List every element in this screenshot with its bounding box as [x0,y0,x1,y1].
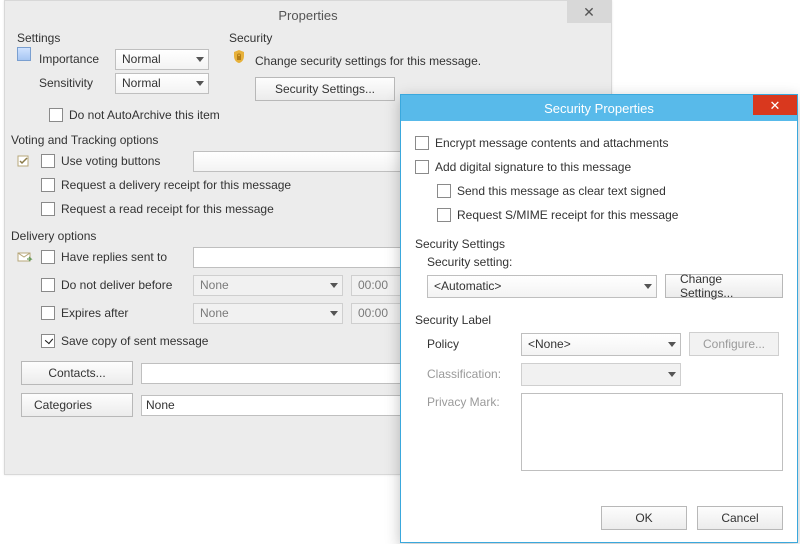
categories-value: None [146,398,175,412]
delivery-receipt-label: Request a delivery receipt for this mess… [61,178,291,192]
chevron-down-icon [668,372,676,377]
policy-value: <None> [528,337,571,351]
no-deliver-label: Do not deliver before [61,278,193,292]
privacy-label: Privacy Mark: [427,393,513,471]
classification-label: Classification: [427,367,513,381]
importance-select[interactable]: Normal [115,49,209,70]
settings-icon [17,47,31,61]
have-replies-label: Have replies sent to [61,250,193,264]
policy-select[interactable]: <None> [521,333,681,356]
cancel-button[interactable]: Cancel [697,506,783,530]
no-deliver-date-select[interactable]: None [193,275,343,296]
classification-select [521,363,681,386]
categories-button-label: Categories [34,398,92,412]
no-deliver-checkbox[interactable] [41,278,55,292]
read-receipt-checkbox[interactable] [41,202,55,216]
chevron-down-icon [330,311,338,316]
chevron-down-icon [668,342,676,347]
sensitivity-label: Sensitivity [39,76,109,90]
delivery-icon [17,249,33,265]
ok-button[interactable]: OK [601,506,687,530]
contacts-button[interactable]: Contacts... [21,361,133,385]
settings-head: Settings [11,29,221,45]
read-receipt-label: Request a read receipt for this message [61,202,274,216]
sign-checkbox[interactable] [415,160,429,174]
chevron-down-icon [644,284,652,289]
security-settings-group-head: Security Settings [415,237,783,251]
sign-label: Add digital signature to this message [435,160,631,174]
cleartext-checkbox[interactable] [437,184,451,198]
close-icon: ✕ [583,5,595,19]
security-properties-body: Encrypt message contents and attachments… [401,121,797,483]
categories-button[interactable]: Categories [21,393,133,417]
security-properties-window: Security Properties ✕ Encrypt message co… [400,94,798,543]
security-setting-value: <Automatic> [434,279,501,293]
sensitivity-value: Normal [122,76,161,90]
contacts-button-label: Contacts... [48,366,105,380]
security-setting-label: Security setting: [427,255,783,269]
expires-label: Expires after [61,306,193,320]
expires-time-value: 00:00 [358,306,388,320]
encrypt-checkbox[interactable] [415,136,429,150]
no-deliver-date-value: None [200,278,229,292]
smime-checkbox[interactable] [437,208,451,222]
importance-label: Importance [39,52,109,66]
voting-icon [17,153,33,169]
save-copy-checkbox[interactable] [41,334,55,348]
chevron-down-icon [196,81,204,86]
sensitivity-select[interactable]: Normal [115,73,209,94]
chevron-down-icon [330,283,338,288]
security-label-group-head: Security Label [415,313,783,327]
expires-date-select[interactable]: None [193,303,343,324]
smime-label: Request S/MIME receipt for this message [457,208,678,222]
change-settings-button[interactable]: Change Settings... [665,274,783,298]
security-properties-titlebar: Security Properties ✕ [401,95,797,121]
cleartext-label: Send this message as clear text signed [457,184,666,198]
no-deliver-time-value: 00:00 [358,278,388,292]
expires-date-value: None [200,306,229,320]
voting-checkbox[interactable] [41,154,55,168]
autoarchive-checkbox[interactable] [49,108,63,122]
security-properties-close-button[interactable]: ✕ [753,95,797,115]
voting-label: Use voting buttons [61,154,193,168]
configure-button[interactable]: Configure... [689,332,779,356]
encrypt-label: Encrypt message contents and attachments [435,136,668,150]
close-icon: ✕ [770,99,781,112]
expires-checkbox[interactable] [41,306,55,320]
properties-titlebar: Properties ✕ [5,1,611,29]
security-head: Security [223,29,611,45]
security-desc: Change security settings for this messag… [255,54,481,68]
importance-value: Normal [122,52,161,66]
security-setting-select[interactable]: <Automatic> [427,275,657,298]
privacy-mark-textarea [521,393,783,471]
policy-label: Policy [427,337,513,351]
properties-title: Properties [278,8,337,23]
properties-close-button[interactable]: ✕ [567,1,611,23]
chevron-down-icon [196,57,204,62]
save-copy-label: Save copy of sent message [61,334,208,348]
security-settings-button[interactable]: Security Settings... [255,77,395,101]
shield-lock-icon [231,49,247,65]
autoarchive-label: Do not AutoArchive this item [69,108,220,122]
delivery-receipt-checkbox[interactable] [41,178,55,192]
security-properties-title: Security Properties [544,101,654,116]
have-replies-checkbox[interactable] [41,250,55,264]
